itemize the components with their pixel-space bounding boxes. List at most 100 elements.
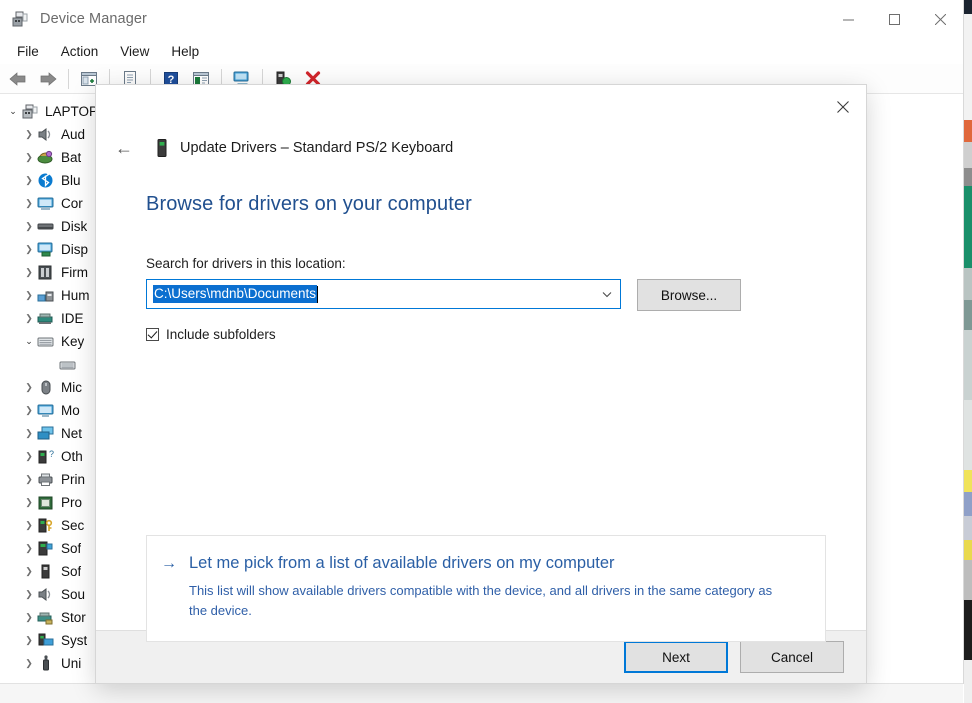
bluetooth-icon	[36, 172, 56, 189]
driver-location-value: C:\Users\mdnb\Documents	[153, 285, 317, 303]
next-button[interactable]: Next	[624, 641, 728, 673]
other-device-icon: ?	[36, 448, 56, 465]
dialog-titlebar	[96, 85, 866, 129]
tree-label: Sou	[61, 587, 85, 602]
pick-from-list-title[interactable]: Let me pick from a list of available dri…	[189, 554, 615, 574]
chevron-right-icon[interactable]: ❯	[22, 175, 36, 186]
chevron-right-icon[interactable]: ❯	[22, 267, 36, 278]
chevron-right-icon[interactable]: ❯	[22, 451, 36, 462]
chevron-right-icon[interactable]: ❯	[22, 497, 36, 508]
tree-label: Stor	[61, 610, 86, 625]
device-icon	[154, 138, 170, 158]
maximize-button[interactable]	[871, 0, 917, 38]
menu-view[interactable]: View	[109, 41, 160, 62]
chevron-down-icon[interactable]: ⌄	[6, 106, 20, 117]
chevron-right-icon[interactable]: ❯	[22, 428, 36, 439]
processor-icon	[36, 494, 56, 511]
desktop-background-sliver	[964, 0, 972, 703]
location-row: C:\Users\mdnb\Documents Browse...	[146, 279, 816, 311]
include-subfolders-checkbox[interactable]	[146, 328, 159, 341]
chevron-right-icon[interactable]: ❯	[22, 612, 36, 623]
chevron-right-icon[interactable]: ❯	[22, 543, 36, 554]
chevron-right-icon[interactable]: ❯	[22, 244, 36, 255]
monitor-icon	[36, 402, 56, 419]
sound-controller-icon	[36, 586, 56, 603]
include-subfolders-label: Include subfolders	[166, 327, 276, 342]
display-adapter-icon	[36, 241, 56, 258]
tree-label: Pro	[61, 495, 82, 510]
chevron-right-icon[interactable]: ❯	[22, 382, 36, 393]
tree-label: Sof	[61, 564, 81, 579]
menu-file[interactable]: File	[6, 41, 50, 62]
chevron-right-icon[interactable]: ❯	[22, 635, 36, 646]
forward-icon[interactable]	[34, 66, 62, 92]
printer-icon	[36, 471, 56, 488]
chevron-down-icon[interactable]	[594, 280, 620, 308]
cancel-button[interactable]: Cancel	[740, 641, 844, 673]
toolbar-separator	[68, 69, 69, 89]
tree-label: Sec	[61, 518, 84, 533]
ide-controller-icon	[36, 310, 56, 327]
page-title: Browse for drivers on your computer	[146, 193, 816, 216]
chevron-right-icon[interactable]: ❯	[22, 313, 36, 324]
window-titlebar: Device Manager	[0, 0, 963, 38]
network-adapter-icon	[36, 425, 56, 442]
tree-label: Prin	[61, 472, 85, 487]
driver-location-combobox[interactable]: C:\Users\mdnb\Documents	[146, 279, 621, 309]
text-cursor	[317, 286, 318, 303]
chevron-right-icon[interactable]: ❯	[22, 658, 36, 669]
tree-label: LAPTOP	[45, 104, 98, 119]
update-drivers-dialog: ← Update Drivers – Standard PS/2 Keyboar…	[96, 85, 866, 683]
tree-label: Uni	[61, 656, 81, 671]
system-device-icon	[36, 632, 56, 649]
tree-label: Hum	[61, 288, 90, 303]
tree-label: IDE	[61, 311, 84, 326]
dialog-close-button[interactable]	[820, 85, 866, 129]
software-component-icon	[36, 540, 56, 557]
chevron-right-icon[interactable]: ❯	[22, 152, 36, 163]
keyboard-icon	[36, 333, 56, 350]
dialog-content: Browse for drivers on your computer Sear…	[96, 167, 866, 630]
tree-label: Key	[61, 334, 84, 349]
chevron-right-icon[interactable]: ❯	[22, 290, 36, 301]
audio-icon	[36, 126, 56, 143]
tree-label: Sof	[61, 541, 81, 556]
menu-bar: File Action View Help	[0, 38, 963, 64]
computer-icon	[36, 195, 56, 212]
security-device-icon	[36, 517, 56, 534]
back-arrow-icon[interactable]: ←	[110, 134, 138, 162]
svg-text:?: ?	[49, 449, 54, 459]
browse-button[interactable]: Browse...	[637, 279, 741, 311]
dialog-header-title: Update Drivers – Standard PS/2 Keyboard	[180, 140, 453, 156]
menu-action[interactable]: Action	[50, 41, 110, 62]
software-device-icon	[36, 563, 56, 580]
dialog-header: ← Update Drivers – Standard PS/2 Keyboar…	[96, 129, 866, 167]
tree-label: Disp	[61, 242, 88, 257]
minimize-button[interactable]	[825, 0, 871, 38]
window-title: Device Manager	[40, 11, 147, 27]
chevron-right-icon[interactable]: ❯	[22, 198, 36, 209]
pick-from-list-description: This list will show available drivers co…	[189, 581, 789, 621]
pick-from-list-header: → Let me pick from a list of available d…	[161, 554, 801, 574]
keyboard-device-icon	[58, 356, 78, 373]
svg-text:?: ?	[168, 74, 175, 86]
back-icon[interactable]	[4, 66, 32, 92]
tree-label: Mo	[61, 403, 80, 418]
arrow-right-icon: →	[161, 554, 177, 573]
chevron-right-icon[interactable]: ❯	[22, 520, 36, 531]
chevron-right-icon[interactable]: ❯	[22, 474, 36, 485]
pick-from-list-panel[interactable]: → Let me pick from a list of available d…	[146, 535, 826, 642]
chevron-down-icon[interactable]: ⌄	[22, 336, 36, 347]
location-label: Search for drivers in this location:	[146, 256, 816, 271]
chevron-right-icon[interactable]: ❯	[22, 405, 36, 416]
tree-label: Net	[61, 426, 82, 441]
chevron-right-icon[interactable]: ❯	[22, 221, 36, 232]
chevron-right-icon[interactable]: ❯	[22, 589, 36, 600]
menu-help[interactable]: Help	[160, 41, 210, 62]
tree-label: Cor	[61, 196, 83, 211]
chevron-right-icon[interactable]: ❯	[22, 129, 36, 140]
close-button[interactable]	[917, 0, 963, 38]
include-subfolders-row[interactable]: Include subfolders	[146, 327, 816, 342]
device-manager-icon	[10, 9, 30, 29]
chevron-right-icon[interactable]: ❯	[22, 566, 36, 577]
